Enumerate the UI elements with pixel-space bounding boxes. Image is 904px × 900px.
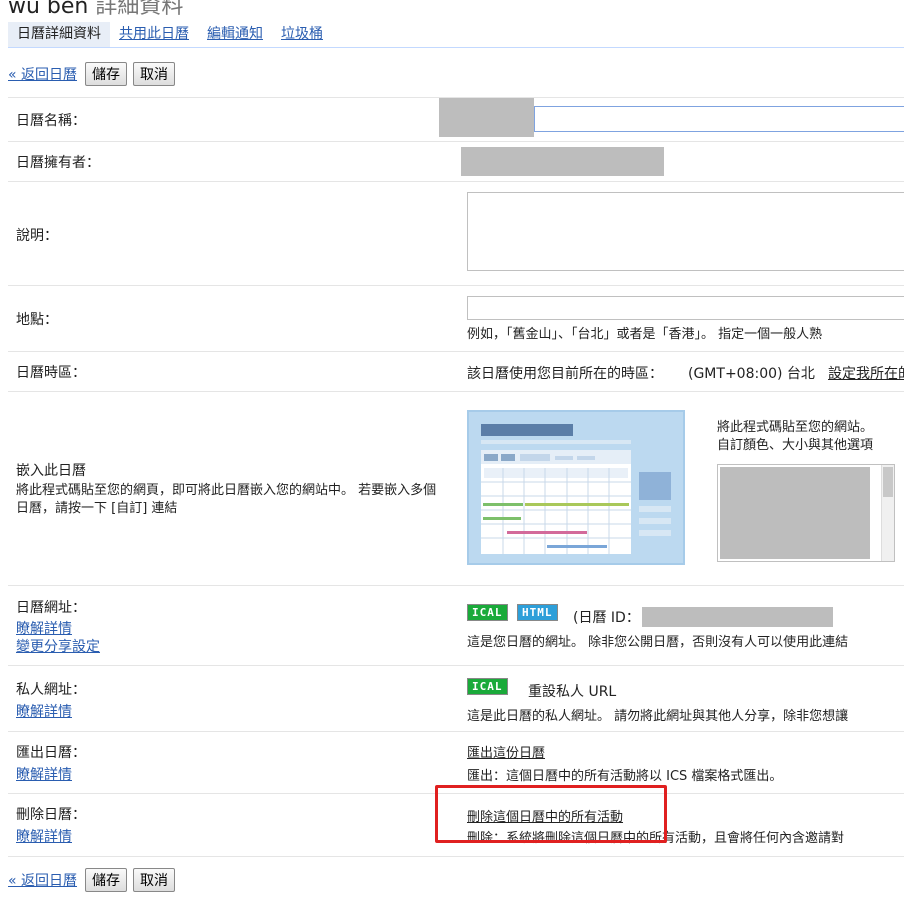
calendar-url-note: 這是您日曆的網址。 除非您公開日曆，否則沒有人可以使用此連結 (467, 635, 849, 650)
redacted-calendar-id (642, 607, 833, 627)
embed-label: 嵌入此日曆 (16, 463, 86, 479)
export-note: 匯出：這個日曆中的所有活動將以 ICS 檔案格式匯出。 (467, 769, 783, 784)
tab-trash[interactable]: 垃圾桶 (272, 22, 332, 47)
export-calendar-link[interactable]: 匯出這份日曆 (467, 742, 545, 761)
location-label: 地點： (16, 312, 58, 328)
cancel-button[interactable]: 取消 (133, 62, 176, 86)
export-learn-more-link[interactable]: 瞭解詳情 (16, 764, 72, 784)
delete-learn-more-link[interactable]: 瞭解詳情 (16, 826, 72, 846)
calendar-url-learn-more-link[interactable]: 瞭解詳情 (16, 618, 72, 638)
location-row: 地點： 例如，「舊金山」、「台北」或者是「香港」。 指定一個一般人熟 (8, 285, 904, 352)
delete-label: 刪除日曆： (16, 807, 86, 823)
embed-row: 嵌入此日曆 將此程式碼貼至您的網頁，即可將此日曆嵌入您的網站中。 若要嵌入多個日… (8, 391, 904, 586)
calendar-name-row: 日曆名稱： (8, 97, 904, 142)
ical-button[interactable]: ICAL (467, 604, 508, 621)
back-to-calendar-link-bottom[interactable]: « 返回日曆 (8, 870, 77, 890)
customize-embed-link[interactable]: 自訂顏色、大小與其他選項 (717, 434, 873, 453)
description-textarea[interactable] (467, 192, 904, 271)
page-subtitle: 詳細資料 (95, 0, 184, 19)
calendar-url-label: 日曆網址： (16, 600, 86, 616)
calendar-owner-row: 日曆擁有者： (8, 141, 904, 182)
calendar-preview-image (467, 410, 685, 565)
embed-description: 將此程式碼貼至您的網頁，即可將此日曆嵌入您的網站中。 若要嵌入多個日曆，請按一下… (16, 483, 437, 516)
redacted-embed-code (720, 467, 870, 559)
timezone-value: (GMT+08:00) 台北 (688, 366, 815, 382)
calendar-id-label: (日曆 ID： (573, 610, 640, 626)
change-sharing-settings-link[interactable]: 變更分享設定 (16, 636, 100, 656)
scrollbar-thumb[interactable] (883, 467, 893, 497)
save-button[interactable]: 儲存 (85, 62, 128, 86)
private-ical-button[interactable]: ICAL (467, 678, 508, 695)
bottom-action-bar: « 返回日曆 儲存 取消 (8, 868, 176, 892)
embed-paste-instruction: 將此程式碼貼至您的網站。 (717, 420, 874, 435)
calendar-url-row: 日曆網址： 瞭解詳情 變更分享設定 ICAL HTML (日曆 ID： 這是您日… (8, 585, 904, 666)
set-my-location-link[interactable]: 設定我所在的 (828, 363, 904, 383)
calendar-name-label: 日曆名稱： (16, 113, 86, 129)
calendar-owner-label: 日曆擁有者： (16, 155, 100, 171)
embed-code-textarea[interactable] (717, 464, 895, 562)
cancel-button-bottom[interactable]: 取消 (133, 868, 176, 892)
export-label: 匯出日曆： (16, 745, 86, 761)
timezone-row: 日曆時區： 該日曆使用您目前所在的時區： (GMT+08:00) 台北 設定我所… (8, 351, 904, 392)
tab-divider (8, 47, 904, 48)
back-to-calendar-link[interactable]: « 返回日曆 (8, 64, 77, 84)
private-url-note: 這是此日曆的私人網址。 請勿將此網址與其他人分享，除非您想讓 (467, 709, 849, 724)
embed-code-scrollbar[interactable] (881, 465, 894, 561)
private-url-label: 私人網址： (16, 682, 86, 698)
location-hint: 例如，「舊金山」、「台北」或者是「香港」。 指定一個一般人熟 (467, 327, 823, 342)
top-action-bar: « 返回日曆 儲存 取消 (8, 62, 176, 86)
description-label: 說明： (16, 228, 58, 244)
description-row: 說明： (8, 181, 904, 286)
tab-edit-notifications[interactable]: 編輯通知 (198, 22, 272, 47)
page-title: wu ben 詳細資料 (8, 0, 183, 20)
private-url-row: 私人網址： 瞭解詳情 ICAL 重設私人 URL 這是此日曆的私人網址。 請勿將… (8, 665, 904, 732)
reset-private-url-link[interactable]: 重設私人 URL (528, 681, 616, 701)
tab-calendar-details[interactable]: 日曆詳細資料 (8, 22, 110, 47)
location-input[interactable] (467, 296, 904, 320)
save-button-bottom[interactable]: 儲存 (85, 868, 128, 892)
calendar-name-input[interactable] (534, 106, 904, 132)
timezone-label: 日曆時區： (16, 365, 86, 381)
redacted-name (439, 98, 534, 137)
highlight-annotation-box (435, 785, 667, 843)
tab-bar: 日曆詳細資料 共用此日曆 編輯通知 垃圾桶 (8, 21, 904, 47)
private-url-learn-more-link[interactable]: 瞭解詳情 (16, 701, 72, 721)
html-button[interactable]: HTML (517, 604, 558, 621)
timezone-text: 該日曆使用您目前所在的時區： (467, 366, 663, 382)
calendar-owner-name: wu ben (8, 0, 89, 19)
redacted-owner (461, 147, 664, 176)
tab-share-calendar[interactable]: 共用此日曆 (110, 22, 198, 47)
